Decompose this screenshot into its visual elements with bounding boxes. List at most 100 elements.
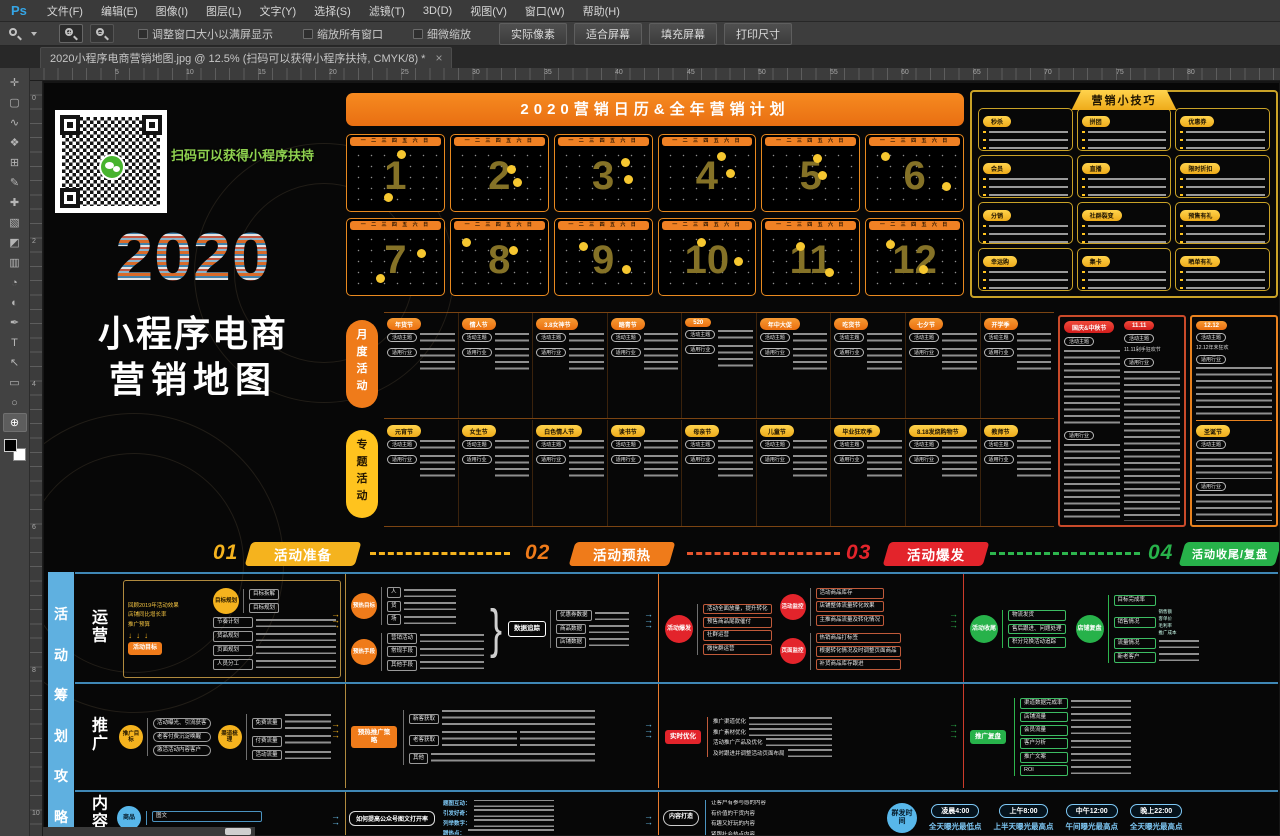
placeholder-text [474, 819, 554, 827]
placeholder-text [420, 333, 455, 345]
tool-options-bar: + − 调整窗口大小以满屏显示 缩放所有窗口 细微缩放 实际像素 适合屏幕 填充… [0, 22, 1280, 46]
history-brush-tool[interactable]: ▥ [3, 253, 27, 272]
menu-image[interactable]: 图像(I) [147, 3, 197, 19]
quick-selection-tool[interactable]: ❖ [3, 133, 27, 152]
zoom-tool-icon[interactable] [8, 27, 22, 41]
calendar-month-card: 一 二 三 四 五 六 日12 [865, 218, 964, 296]
mindmap-leaf: 让客户有参与感的内容 [711, 800, 766, 806]
menu-view[interactable]: 视图(V) [461, 3, 516, 19]
mindmap-leaf: 渠道数据完成率 [1020, 698, 1068, 709]
ops-burst-cell: 活动爆发 活动全面放量，提升转化 预售商品尾款催付 社群运营 微信群运营 活动监… [663, 578, 961, 680]
festival-column: 8.18发烧购物节活动主题适用行业 [906, 420, 981, 526]
eyedropper-tool[interactable]: ✎ [3, 173, 27, 192]
document-tab[interactable]: 2020小程序电商营销地图.jpg @ 12.5% (扫码可以获得小程序扶持, … [40, 47, 452, 68]
move-tool[interactable]: ✛ [3, 73, 27, 92]
zoom-out-button[interactable]: − [90, 24, 114, 43]
lasso-tool[interactable]: ∿ [3, 113, 27, 132]
close-tab-icon[interactable]: × [435, 51, 442, 65]
placeholder-text [989, 178, 1068, 198]
fill-screen-button[interactable]: 填充屏幕 [649, 23, 717, 45]
placeholder-text [1186, 131, 1265, 151]
calendar-month-card: 一 二 三 四 五 六 日10 [658, 218, 757, 296]
placeholder-text [474, 809, 554, 817]
gradient-tool[interactable]: ◐ [3, 293, 27, 312]
scrubby-zoom-label: 细微缩放 [427, 26, 471, 42]
phase-banner-burst: 活动爆发 [883, 542, 990, 566]
ruler-mark: 75 [1116, 69, 1124, 76]
menu-edit[interactable]: 编辑(E) [92, 3, 147, 19]
phase-number: 04 [1148, 541, 1173, 565]
mindmap-node: 活动爆发 [665, 615, 693, 643]
national-day-1111-box: 国庆&中秋节活动主题适用行业 11.11活动主题11.11剁手狂欢节适用行业 [1058, 315, 1186, 527]
tool-preset-caret-icon[interactable] [31, 32, 37, 36]
horizontal-scrollbar[interactable] [43, 827, 255, 836]
horizontal-ruler: 5 10 15 20 25 30 35 40 45 50 55 60 65 70… [30, 68, 1280, 81]
fit-screen-button[interactable]: 适合屏幕 [574, 23, 642, 45]
scrollbar-thumb[interactable] [225, 828, 251, 835]
menu-filter[interactable]: 滤镜(T) [360, 3, 414, 19]
calendar-month-card: 一 二 三 四 五 六 日9 [554, 218, 653, 296]
placeholder-text [1064, 350, 1120, 427]
ruler-mark: 25 [401, 69, 409, 76]
menu-file[interactable]: 文件(F) [38, 3, 92, 19]
color-swatches[interactable] [4, 439, 26, 461]
placeholder-text [1071, 766, 1131, 774]
canvas-area[interactable]: 扫码可以获得小程序扶持 2020 小程序电商 营销地图 2020营销日历&全年营… [43, 81, 1280, 836]
mindmap-leaf: 节奏计划 [213, 617, 253, 628]
placeholder-text [495, 455, 530, 480]
path-selection-tool[interactable]: ↖ [3, 353, 27, 372]
placeholder-text [1071, 700, 1131, 708]
ruler-mark: 2 [32, 238, 36, 245]
print-size-button[interactable]: 打印尺寸 [724, 23, 792, 45]
poster-title-line2: 营销地图 [52, 351, 334, 403]
tip-box: 优惠券 [1175, 108, 1270, 151]
festival-column: 毕业狂欢季活动主题适用行业 [831, 420, 906, 526]
brush-tool[interactable]: ▧ [3, 213, 27, 232]
eraser-tool[interactable]: ◔ [3, 273, 27, 292]
healing-brush-tool[interactable]: ✚ [3, 193, 27, 212]
scrubby-zoom-checkbox[interactable]: 细微缩放 [413, 26, 471, 42]
placeholder-text [595, 612, 629, 620]
placeholder-text [404, 589, 456, 597]
ruler-mark: 50 [758, 69, 766, 76]
zoom-in-button[interactable]: + [59, 24, 83, 43]
mindmap-node: 渠道梳理 [218, 725, 242, 749]
tip-box: 限时折扣 [1175, 155, 1270, 198]
festival-column: 年货节活动主题适用行业 [384, 313, 459, 418]
zoom-tool[interactable]: ⊕ [3, 413, 27, 432]
mindmap-leaf: 销售情况 [1114, 617, 1156, 628]
menu-3d[interactable]: 3D(D) [414, 5, 461, 17]
menu-help[interactable]: 帮助(H) [574, 3, 629, 19]
content-craft-cell: 内容打造 让客户有参与感的内容 有价值的干货内容 有趣又好玩的内容 紧跟社会热点… [663, 800, 883, 835]
festival-column: 教师节活动主题适用行业 [981, 420, 1055, 526]
type-tool[interactable]: T [3, 333, 27, 352]
mindmap-leaf: 推广素材优化 [713, 728, 746, 736]
clone-stamp-tool[interactable]: ◩ [3, 233, 27, 252]
menu-layer[interactable]: 图层(L) [197, 3, 250, 19]
resize-windows-checkbox[interactable]: 调整窗口大小以满屏显示 [138, 26, 273, 42]
actual-pixels-button[interactable]: 实际像素 [499, 23, 567, 45]
marquee-tool[interactable]: ▢ [3, 93, 27, 112]
placeholder-text [495, 333, 530, 345]
festival-theme: 11.11剁手狂欢节 [1124, 347, 1180, 354]
placeholder-text [495, 440, 530, 452]
zoom-all-windows-checkbox[interactable]: 缩放所有窗口 [303, 26, 383, 42]
hand-tool[interactable]: ○ [3, 393, 27, 412]
poster-image[interactable]: 扫码可以获得小程序扶持 2020 小程序电商 营销地图 2020营销日历&全年营… [44, 83, 1279, 835]
ruler-mark: 55 [830, 69, 838, 76]
menu-select[interactable]: 选择(S) [305, 3, 360, 19]
mindmap-leaf: 活动曝光、引流获客 [153, 718, 211, 729]
menu-window[interactable]: 窗口(W) [516, 3, 574, 19]
ruler-mark: 60 [901, 69, 909, 76]
mindmap-leaf: 客户分析 [1020, 738, 1068, 749]
shape-tool[interactable]: ▭ [3, 373, 27, 392]
pen-tool[interactable]: ✒ [3, 313, 27, 332]
festival-theme: 12.12年末狂欢 [1196, 345, 1272, 352]
placeholder-text [867, 333, 902, 345]
crop-tool[interactable]: ⊞ [3, 153, 27, 172]
column-divider [963, 684, 964, 788]
placeholder-text [569, 333, 604, 345]
mindmap-leaf: 目标拆解 [249, 589, 279, 600]
menu-type[interactable]: 文字(Y) [250, 3, 305, 19]
mindmap-leaf: 热销商品打标签 [816, 633, 901, 644]
